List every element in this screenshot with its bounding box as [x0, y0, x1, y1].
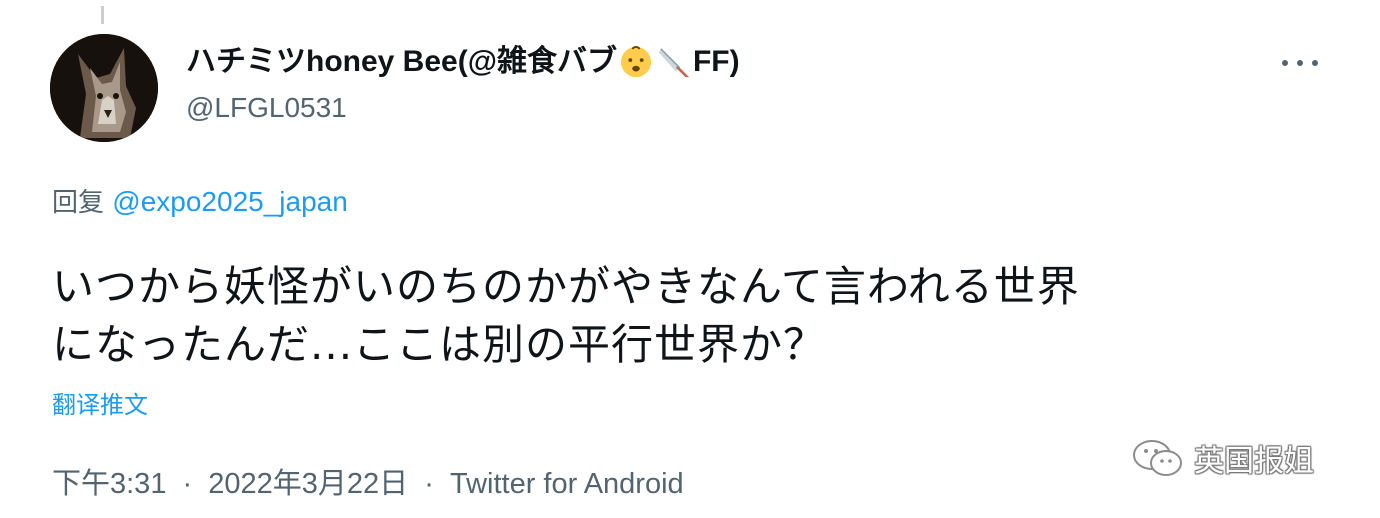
avatar-image	[50, 34, 158, 142]
tweet-metadata: 下午3:31 · 2022年3月22日 · Twitter for Androi…	[52, 464, 684, 504]
wechat-icon	[1133, 440, 1182, 476]
thread-connector	[101, 6, 104, 24]
tweet-text: いつから妖怪がいのちのかがやきなんて言われる世界 になったんだ...ここは別の平…	[52, 258, 1342, 374]
tweet-source[interactable]: Twitter for Android	[450, 468, 684, 500]
replying-to-label: 回复	[52, 188, 105, 218]
tweet-text-line: になったんだ...ここは別の平行世界か？	[52, 320, 827, 369]
author-name-suffix: FF)	[692, 45, 740, 78]
more-horizontal-icon-dot	[1312, 60, 1318, 66]
author-display-name[interactable]: ハチミツhoney Bee(@雑食バブ FF)	[186, 42, 740, 82]
more-options-button[interactable]	[1276, 48, 1324, 78]
tweet-text-line: いつから妖怪がいのちのかがやきなんて言われる世界	[52, 262, 1080, 311]
reply-mention-link[interactable]: @expo2025_japan	[112, 186, 348, 217]
tweet-card: ハチミツhoney Bee(@雑食バブ FF) @LFGL0531 回复 @ex…	[0, 0, 1380, 518]
author-handle[interactable]: @LFGL0531	[186, 90, 347, 126]
avatar[interactable]	[50, 34, 158, 142]
meta-separator: ·	[182, 468, 193, 500]
more-horizontal-icon-dot	[1297, 60, 1303, 66]
author-name-text: ハチミツhoney Bee(@雑食バブ	[186, 45, 617, 78]
translate-tweet-link[interactable]: 翻译推文	[52, 388, 148, 422]
kitchen-knife-emoji-icon	[658, 48, 690, 78]
meta-separator: ·	[424, 468, 434, 500]
tweet-time[interactable]: 下午3:31	[52, 468, 166, 500]
tweet-date[interactable]: 2022年3月22日	[208, 468, 408, 500]
replying-to: 回复 @expo2025_japan	[52, 184, 348, 221]
more-horizontal-icon-dot	[1282, 60, 1288, 66]
baby-face-emoji-icon	[620, 45, 652, 78]
watermark-text: 英国报姐	[1194, 444, 1314, 479]
watermark: 英国报姐	[1130, 436, 1314, 480]
